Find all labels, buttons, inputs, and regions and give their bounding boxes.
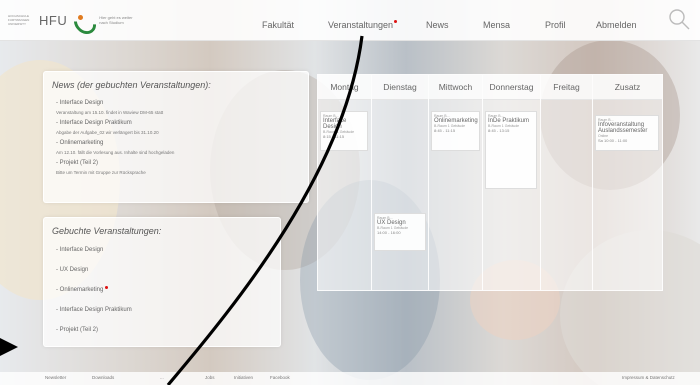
annotation-arrow-icon xyxy=(0,338,18,356)
annotation-curve xyxy=(166,35,364,385)
desktop-stage: HOCHSCHULE FURTWANGEN UNIVERSITY HFU Hie… xyxy=(0,0,700,385)
